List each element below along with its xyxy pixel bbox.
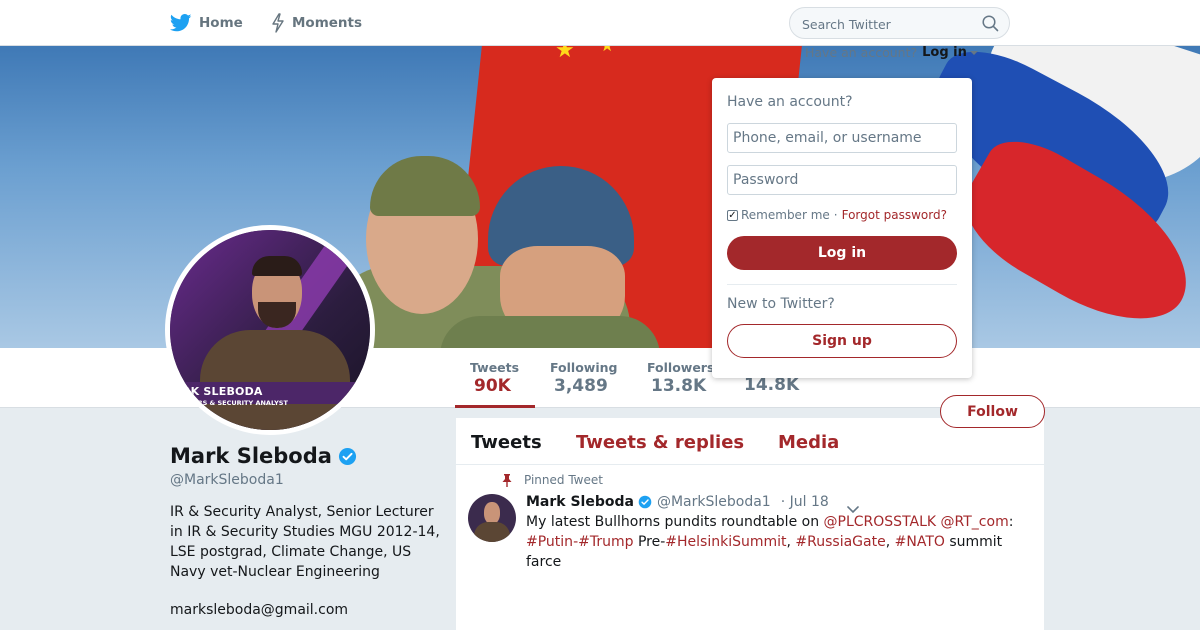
stat-followers-value: 13.8K bbox=[651, 376, 707, 396]
have-account-text: Have an account? bbox=[805, 45, 918, 60]
hashtag-link[interactable]: #NATO bbox=[895, 534, 945, 550]
new-to-twitter-text: New to Twitter? bbox=[727, 296, 835, 312]
top-navigation-bar: Home Moments bbox=[0, 0, 1200, 46]
timeline: Tweets Tweets & replies Media Pinned Twe… bbox=[456, 418, 1044, 630]
tweet-author-handle[interactable]: @MarkSleboda1 bbox=[657, 494, 771, 510]
remember-row: ✓ Remember me · Forgot password? bbox=[727, 208, 947, 222]
login-link[interactable]: Log in bbox=[922, 45, 967, 60]
hashtag-link[interactable]: #RussiaGate bbox=[795, 534, 885, 550]
login-toggle: Have an account? Log in bbox=[805, 45, 978, 60]
remember-me-checkbox[interactable]: ✓ bbox=[727, 209, 738, 221]
nav-home-label: Home bbox=[199, 15, 243, 31]
profile-avatar[interactable]: RK SLEBODA FFAIRS & SECURITY ANALYST bbox=[165, 225, 375, 435]
mention-link[interactable]: @PLCROSSTALK bbox=[824, 514, 937, 530]
flag-star-icon: ★ bbox=[555, 46, 575, 63]
stat-tweets-label: Tweets bbox=[470, 360, 520, 375]
nav-moments-link[interactable]: Moments bbox=[271, 12, 362, 34]
forgot-password-link[interactable]: Forgot password? bbox=[842, 208, 947, 222]
stat-tweets-value: 90K bbox=[474, 376, 511, 396]
caret-down-icon[interactable] bbox=[969, 50, 978, 56]
tweet-author-name[interactable]: Mark Sleboda bbox=[526, 494, 634, 510]
verified-badge-icon bbox=[338, 447, 357, 466]
avatar-lower-third-name: RK SLEBODA bbox=[182, 385, 263, 398]
login-dropdown: Have an account? ✓ Remember me · Forgot … bbox=[712, 78, 972, 378]
signup-button[interactable]: Sign up bbox=[727, 324, 957, 358]
profile-name-text: Mark Sleboda bbox=[170, 444, 332, 468]
flag-star-icon: ★ bbox=[600, 46, 614, 54]
nav-home-link[interactable]: Home bbox=[170, 12, 243, 34]
soldier-figure bbox=[440, 316, 660, 348]
remember-me-label[interactable]: Remember me bbox=[741, 208, 830, 222]
pinned-tweet-label: Pinned Tweet bbox=[502, 473, 603, 487]
hashtag-link[interactable]: #Trump bbox=[578, 534, 633, 550]
tab-tweets[interactable]: Tweets bbox=[471, 432, 542, 453]
profile-name: Mark Sleboda bbox=[170, 444, 357, 468]
profile-handle[interactable]: @MarkSleboda1 bbox=[170, 472, 284, 488]
verified-badge-icon bbox=[638, 495, 652, 509]
pin-icon bbox=[502, 473, 512, 487]
tweet-text-segment: My latest Bullhorns pundits roundtable o… bbox=[526, 514, 824, 530]
search-input[interactable] bbox=[802, 14, 972, 34]
separator-dot: · bbox=[833, 208, 838, 222]
nav-moments-label: Moments bbox=[292, 15, 363, 31]
follow-button[interactable]: Follow bbox=[940, 395, 1045, 428]
stat-following-value: 3,489 bbox=[554, 376, 608, 396]
dropdown-title: Have an account? bbox=[727, 94, 853, 110]
tab-media[interactable]: Media bbox=[778, 432, 839, 453]
username-field[interactable] bbox=[727, 123, 957, 153]
tweet-text: My latest Bullhorns pundits roundtable o… bbox=[526, 512, 1026, 572]
tweet-author-avatar[interactable] bbox=[468, 494, 516, 542]
twitter-bird-icon bbox=[170, 14, 192, 32]
pinned-tweet-text: Pinned Tweet bbox=[524, 473, 603, 487]
search-icon[interactable] bbox=[982, 15, 999, 36]
hashtag-link[interactable]: #HelsinkiSummit bbox=[665, 534, 786, 550]
avatar-lower-third-role: FFAIRS & SECURITY ANALYST bbox=[182, 399, 288, 407]
profile-bio: IR & Security Analyst, Senior Lecturer i… bbox=[170, 504, 440, 580]
hashtag-link[interactable]: #Putin bbox=[526, 534, 573, 550]
active-stat-indicator bbox=[455, 405, 535, 408]
tab-tweets-and-replies[interactable]: Tweets & replies bbox=[576, 432, 744, 453]
login-button[interactable]: Log in bbox=[727, 236, 957, 270]
mention-link[interactable]: @RT_com bbox=[941, 514, 1009, 530]
divider bbox=[727, 284, 957, 285]
stat-likes-value: 14.8K bbox=[744, 375, 800, 395]
tweet-header: Mark Sleboda @MarkSleboda1 · Jul 18 bbox=[526, 494, 829, 510]
stat-tweets[interactable]: Tweets 90K bbox=[470, 360, 519, 396]
tweet-text-segment: Pre- bbox=[633, 534, 666, 550]
tweet-text-segment: , bbox=[885, 534, 895, 550]
tweet-date[interactable]: · Jul 18 bbox=[781, 494, 829, 510]
stat-followers-label: Followers bbox=[647, 360, 715, 375]
search-box bbox=[789, 7, 1010, 39]
password-field[interactable] bbox=[727, 165, 957, 195]
stat-following[interactable]: Following 3,489 bbox=[550, 360, 617, 396]
tweet-text-segment: : bbox=[1008, 514, 1014, 530]
soldier-cap bbox=[370, 156, 480, 216]
stat-following-label: Following bbox=[550, 360, 618, 375]
profile-email: marksleboda@gmail.com bbox=[170, 602, 349, 618]
stat-followers[interactable]: Followers 13.8K bbox=[647, 360, 714, 396]
lightning-bolt-icon bbox=[271, 13, 285, 33]
